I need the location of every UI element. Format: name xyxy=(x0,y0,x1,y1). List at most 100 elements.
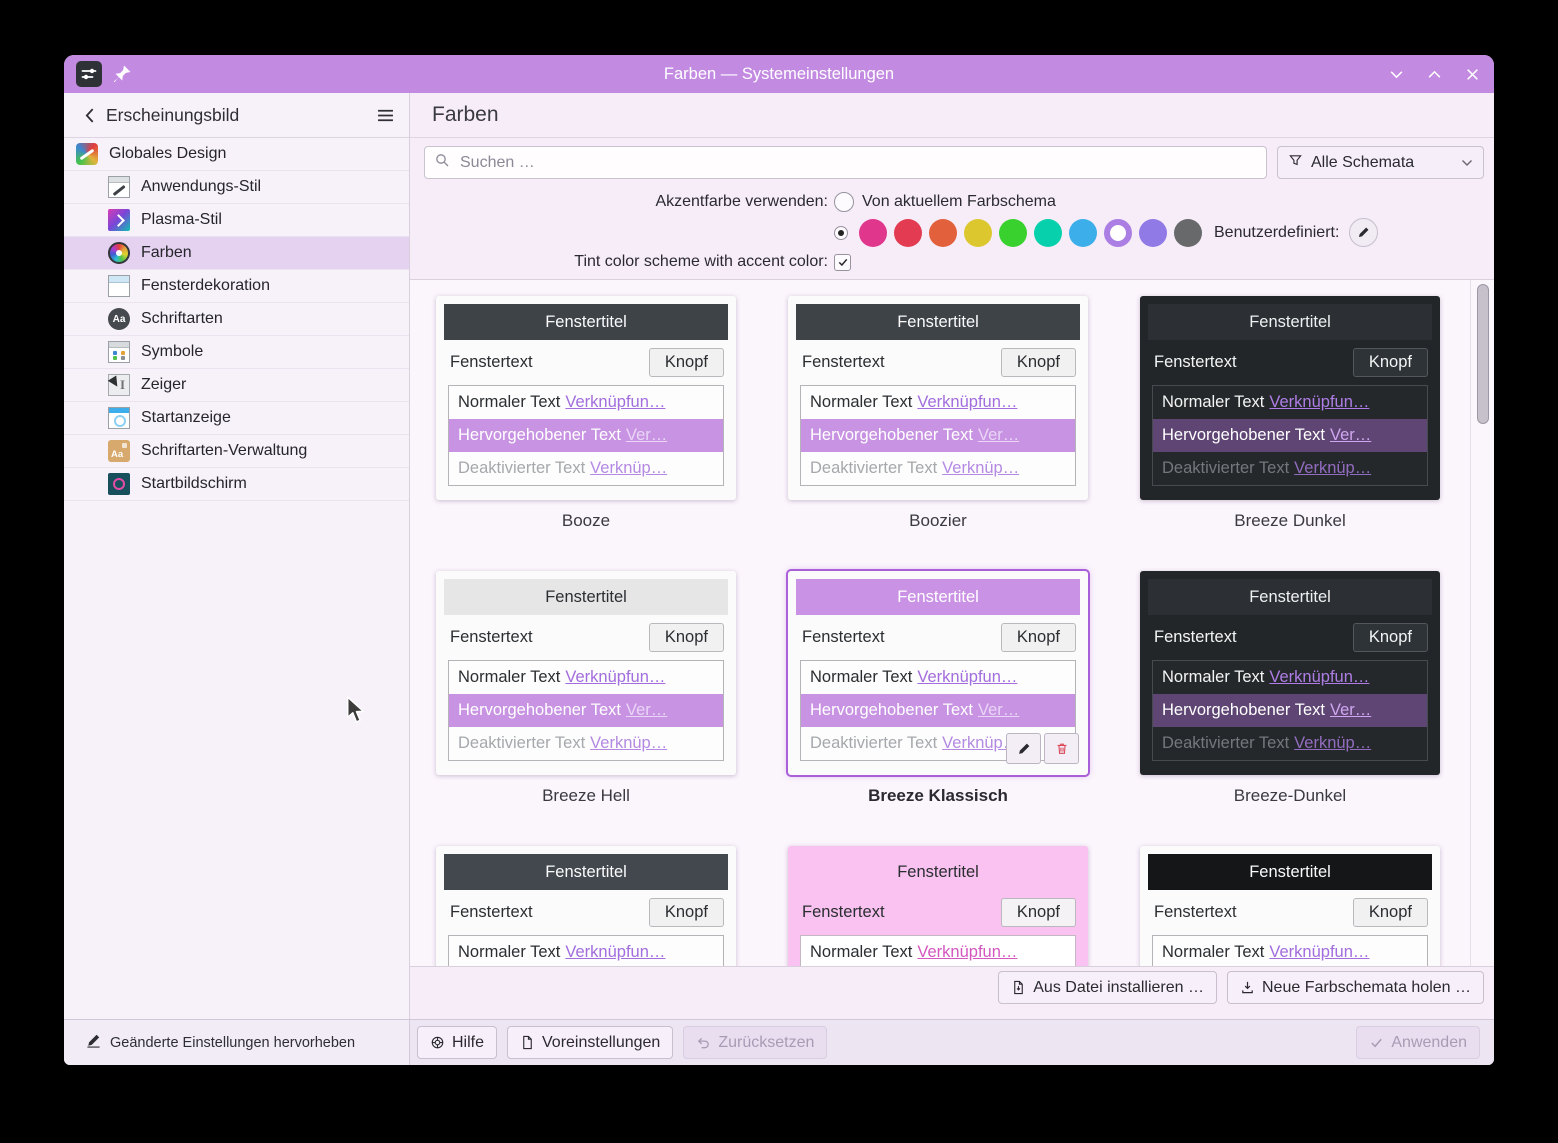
preview-disabled-row: Deaktivierter Text Verknüp… xyxy=(801,452,1075,485)
preview-normal-row: Normaler Text Verknüpfun… xyxy=(1153,936,1427,967)
scheme-card-unnamed[interactable]: FenstertitelFenstertextKnopfNormaler Tex… xyxy=(436,846,736,967)
preview-titlebar: Fenstertitel xyxy=(444,579,728,615)
sidebar-title: Erscheinungsbild xyxy=(106,105,375,126)
scheme-card-breeze-dunkel[interactable]: FenstertitelFenstertextKnopfNormaler Tex… xyxy=(1140,296,1440,500)
preview-button: Knopf xyxy=(1001,348,1076,377)
scrollbar-thumb[interactable] xyxy=(1477,284,1489,424)
sidebar-item-label: Anwendungs-Stil xyxy=(141,178,261,196)
highlight-changed-icon xyxy=(86,1033,101,1052)
maximize-icon[interactable] xyxy=(1426,66,1442,82)
font-management-icon xyxy=(108,440,130,462)
preview-titlebar: Fenstertitel xyxy=(444,304,728,340)
sidebar-item-label: Plasma-Stil xyxy=(141,211,222,229)
scheme-card-breeze-hell[interactable]: FenstertitelFenstertextKnopfNormaler Tex… xyxy=(436,571,736,775)
preview-normal-row: Normaler Text Verknüpfun… xyxy=(801,936,1075,967)
accent-swatch-5[interactable] xyxy=(1034,219,1062,247)
tint-checkbox[interactable] xyxy=(834,254,851,271)
accent-swatch-0[interactable] xyxy=(859,219,887,247)
preview-normal-row: Normaler Text Verknüpfun… xyxy=(1153,661,1427,694)
preview-highlight-row: Hervorgehobener Text Ver… xyxy=(449,419,723,452)
sidebar-item-globales-design[interactable]: Globales Design xyxy=(64,138,409,171)
splash-screen-icon xyxy=(108,407,130,429)
hamburger-menu-icon[interactable] xyxy=(375,105,395,125)
custom-color-picker-button[interactable] xyxy=(1349,218,1378,247)
sidebar-item-label: Globales Design xyxy=(109,145,226,163)
sidebar-item-schriftarten[interactable]: Schriftarten xyxy=(64,303,409,336)
help-button[interactable]: Hilfe xyxy=(417,1026,497,1059)
install-from-file-button[interactable]: Aus Datei installieren … xyxy=(998,971,1217,1004)
sidebar-item-label: Farben xyxy=(141,244,192,262)
app-menu-icon[interactable] xyxy=(76,61,102,87)
sidebar-item-label: Schriftarten xyxy=(141,310,223,328)
scheme-card-breeze-klassisch[interactable]: FenstertitelFenstertextKnopfNormaler Tex… xyxy=(788,571,1088,775)
scheme-name: Boozier xyxy=(788,511,1088,531)
preview-list: Normaler Text Verknüpfun…Hervorgehobener… xyxy=(1152,935,1428,967)
preview-button: Knopf xyxy=(1353,348,1428,377)
scheme-card-unnamed[interactable]: FenstertitelFenstertextKnopfNormaler Tex… xyxy=(788,846,1088,967)
preview-normal-row: Normaler Text Verknüpfun… xyxy=(449,936,723,967)
accent-swatch-7[interactable] xyxy=(1104,219,1132,247)
sidebar-item-zeiger[interactable]: Zeiger xyxy=(64,369,409,402)
pin-icon[interactable] xyxy=(112,64,132,84)
search-field[interactable] xyxy=(424,146,1267,179)
back-icon[interactable] xyxy=(78,104,100,126)
sidebar-item-anwendungs-stil[interactable]: Anwendungs-Stil xyxy=(64,171,409,204)
sidebar-item-label: Zeiger xyxy=(141,376,186,394)
preview-button: Knopf xyxy=(649,348,724,377)
sidebar-item-fensterdekoration[interactable]: Fensterdekoration xyxy=(64,270,409,303)
preview-window-text: Fenstertext xyxy=(802,903,885,922)
sidebar: Erscheinungsbild Globales Design Anwendun… xyxy=(64,93,410,1019)
preview-disabled-row: Deaktivierter Text Verknüp… xyxy=(1153,727,1427,760)
preview-list: Normaler Text Verknüpfun…Hervorgehobener… xyxy=(1152,660,1428,761)
apply-button[interactable]: Anwenden xyxy=(1356,1026,1480,1059)
preview-window-text: Fenstertext xyxy=(1154,903,1237,922)
scheme-name: Breeze Klassisch xyxy=(788,786,1088,806)
edit-scheme-button[interactable] xyxy=(1006,733,1041,764)
colors-icon xyxy=(108,242,130,264)
defaults-button[interactable]: Voreinstellungen xyxy=(507,1026,673,1059)
scheme-card-breeze-dunkel[interactable]: FenstertitelFenstertextKnopfNormaler Tex… xyxy=(1140,571,1440,775)
sidebar-item-startbildschirm[interactable]: Startbildschirm xyxy=(64,468,409,501)
minimize-icon[interactable] xyxy=(1388,66,1404,82)
close-icon[interactable] xyxy=(1464,66,1480,82)
sidebar-header: Erscheinungsbild xyxy=(64,93,409,138)
sidebar-item-schriftarten-verwaltung[interactable]: Schriftarten-Verwaltung xyxy=(64,435,409,468)
accent-swatch-9[interactable] xyxy=(1174,219,1202,247)
radio-custom-accent[interactable] xyxy=(834,226,848,240)
preview-normal-row: Normaler Text Verknüpfun… xyxy=(449,386,723,419)
preview-button: Knopf xyxy=(649,898,724,927)
accent-swatch-8[interactable] xyxy=(1139,219,1167,247)
get-new-schemes-button[interactable]: Neue Farbschemata holen … xyxy=(1227,971,1484,1004)
search-icon xyxy=(434,152,450,173)
accent-use-label: Akzentfarbe verwenden: xyxy=(410,193,828,211)
scheme-card-boozier[interactable]: FenstertitelFenstertextKnopfNormaler Tex… xyxy=(788,296,1088,500)
accent-swatch-2[interactable] xyxy=(929,219,957,247)
schema-filter-dropdown[interactable]: Alle Schemata xyxy=(1277,146,1484,179)
application-style-icon xyxy=(108,176,130,198)
chevron-down-icon xyxy=(1461,154,1473,172)
system-settings-window: Farben — Systemeinstellungen Erscheinung… xyxy=(64,55,1494,1065)
accent-swatch-4[interactable] xyxy=(999,219,1027,247)
accent-swatch-1[interactable] xyxy=(894,219,922,247)
scrollbar-track[interactable] xyxy=(1470,280,1494,966)
preview-window-text: Fenstertext xyxy=(450,903,533,922)
preview-window-text: Fenstertext xyxy=(802,628,885,647)
preview-highlight-row: Hervorgehobener Text Ver… xyxy=(1153,694,1427,727)
reset-button[interactable]: Zurücksetzen xyxy=(683,1026,827,1059)
accent-swatch-6[interactable] xyxy=(1069,219,1097,247)
sidebar-item-symbole[interactable]: Symbole xyxy=(64,336,409,369)
search-input[interactable] xyxy=(458,153,1257,173)
sidebar-item-plasma-stil[interactable]: Plasma-Stil xyxy=(64,204,409,237)
preview-list: Normaler Text Verknüpfun…Hervorgehobener… xyxy=(448,935,724,967)
accent-swatch-3[interactable] xyxy=(964,219,992,247)
sidebar-item-farben[interactable]: Farben xyxy=(64,237,409,270)
radio-from-color-scheme[interactable] xyxy=(834,192,854,212)
preview-highlight-row: Hervorgehobener Text Ver… xyxy=(449,694,723,727)
scheme-card-booze[interactable]: Fenstertitel Fenstertext Knopf Normaler Tex… xyxy=(436,296,736,500)
sidebar-item-startanzeige[interactable]: Startanzeige xyxy=(64,402,409,435)
scheme-name: Breeze Dunkel xyxy=(1140,511,1440,531)
preview-titlebar: Fenstertitel xyxy=(1148,579,1432,615)
preview-window-text: Fenstertext xyxy=(450,353,533,372)
scheme-card-unnamed[interactable]: FenstertitelFenstertextKnopfNormaler Tex… xyxy=(1140,846,1440,967)
delete-scheme-button[interactable] xyxy=(1044,733,1079,764)
